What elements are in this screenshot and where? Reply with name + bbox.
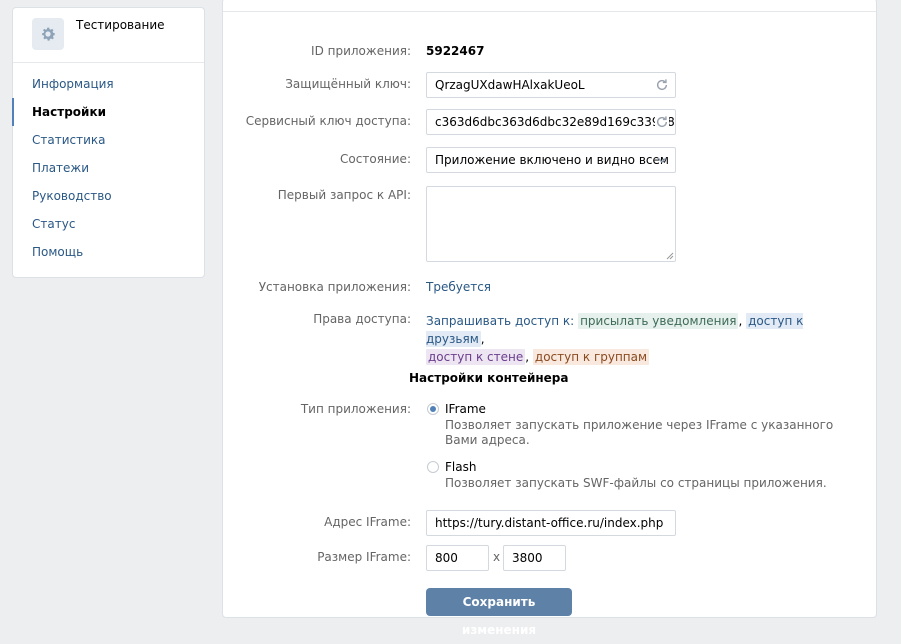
service-key-label: Сервисный ключ доступа:: [245, 114, 411, 128]
refresh-icon[interactable]: [655, 78, 669, 92]
first-api-textarea[interactable]: [426, 186, 676, 262]
sidebar-item-payments[interactable]: Платежи: [13, 154, 204, 182]
right-tag-notifications[interactable]: присылать уведомления: [578, 313, 739, 329]
service-key-field[interactable]: c363d6dbc363d6dbc32e89d169c33988: [426, 109, 676, 135]
app-name: Тестирование: [76, 18, 165, 32]
iframe-size-label: Размер IFrame:: [317, 550, 411, 564]
divider: [13, 62, 204, 63]
iframe-address-value: https://tury.distant-office.ru/index.php: [435, 516, 664, 530]
chevron-down-icon: [657, 157, 667, 163]
state-value: Приложение включено и видно всем: [435, 153, 669, 167]
flash-option-desc: Позволяет запускать SWF-файлы со страниц…: [445, 476, 827, 490]
sidebar-item-info[interactable]: Информация: [13, 70, 204, 98]
first-api-label: Первый запрос к API:: [277, 188, 411, 202]
secret-key-value: QrzagUXdawHAlxakUeoL: [435, 78, 585, 92]
app-type-label: Тип приложения:: [300, 402, 411, 416]
refresh-icon[interactable]: [655, 115, 669, 129]
sidebar-item-status[interactable]: Статус: [13, 210, 204, 238]
iframe-width-input[interactable]: 800: [426, 545, 489, 571]
flash-option-title[interactable]: Flash: [445, 460, 476, 474]
resize-handle-icon[interactable]: [666, 252, 674, 260]
right-tag-groups[interactable]: доступ к группам: [532, 349, 650, 365]
rights-prefix: Запрашивать доступ к:: [426, 314, 575, 328]
size-separator: x: [493, 550, 501, 564]
sidebar-item-statistics[interactable]: Статистика: [13, 126, 204, 154]
app-id-label: ID приложения:: [311, 44, 411, 58]
app-sidebar: Тестирование Информация Настройки Статис…: [12, 7, 205, 278]
sidebar-item-settings[interactable]: Настройки: [12, 98, 204, 126]
iframe-address-input[interactable]: https://tury.distant-office.ru/index.php: [426, 510, 676, 536]
state-select[interactable]: Приложение включено и видно всем: [426, 147, 676, 173]
rights-label: Права доступа:: [313, 312, 411, 326]
sidebar-item-help[interactable]: Помощь: [13, 238, 204, 266]
secret-key-label: Защищённый ключ:: [285, 77, 411, 91]
radio-flash[interactable]: [427, 461, 439, 473]
divider: [223, 11, 876, 12]
sidebar-menu: Информация Настройки Статистика Платежи …: [12, 70, 204, 266]
install-label: Установка приложения:: [258, 280, 411, 294]
right-tag-wall[interactable]: доступ к стене: [426, 349, 526, 365]
app-id-value: 5922467: [426, 44, 485, 58]
iframe-height-input[interactable]: 3800: [503, 545, 566, 571]
rights-block: Запрашивать доступ к: присылать уведомле…: [426, 313, 804, 365]
iframe-option-desc: Позволяет запускать приложение через IFr…: [445, 418, 834, 447]
service-key-value: c363d6dbc363d6dbc32e89d169c33988: [435, 115, 675, 129]
install-link[interactable]: Требуется: [426, 280, 491, 294]
secret-key-field[interactable]: QrzagUXdawHAlxakUeoL: [426, 72, 676, 98]
radio-iframe[interactable]: [427, 403, 439, 415]
settings-panel: ID приложения: 5922467 Защищённый ключ: …: [222, 0, 877, 637]
iframe-address-label: Адрес IFrame:: [324, 515, 411, 529]
gear-icon: [32, 18, 64, 50]
sidebar-item-guide[interactable]: Руководство: [13, 182, 204, 210]
app-header: Тестирование: [13, 8, 204, 56]
save-button[interactable]: Сохранить изменения: [426, 588, 572, 637]
state-label: Состояние:: [340, 152, 411, 166]
container-section-title: Настройки контейнера: [409, 371, 569, 385]
iframe-option-title[interactable]: IFrame: [445, 402, 486, 416]
